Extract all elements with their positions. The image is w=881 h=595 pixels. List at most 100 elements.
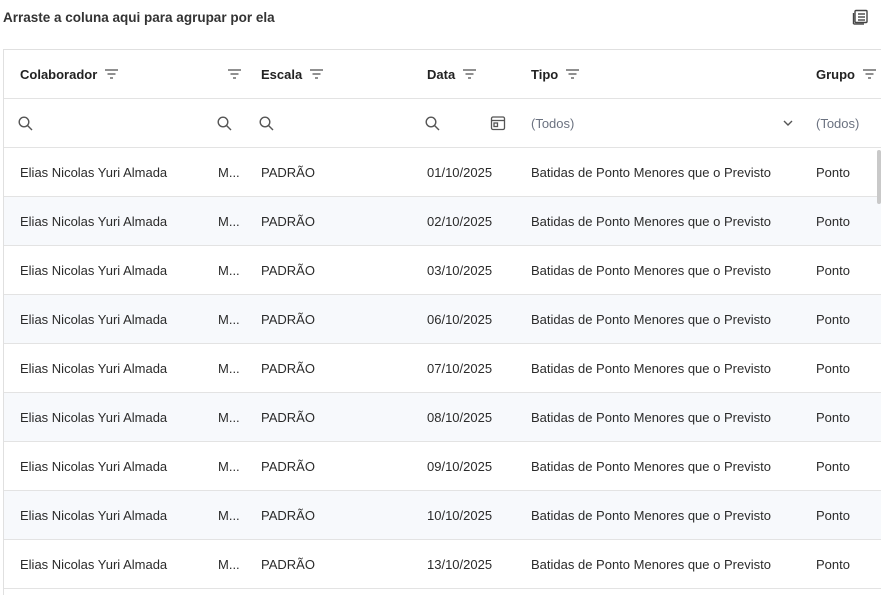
cell-tipo: Batidas de Ponto Menores que o Previsto (531, 311, 771, 327)
filter-row: (Todos) (Todos) (4, 99, 881, 148)
header-m-filter[interactable] (228, 50, 241, 98)
filter-data-input[interactable] (425, 99, 440, 147)
header-grupo[interactable]: Grupo (816, 50, 876, 98)
table-row[interactable]: Elias Nicolas Yuri Almada M... PADRÃO 10/10… (4, 491, 881, 540)
cell-data: 02/10/2025 (427, 213, 493, 229)
header-grupo-label: Grupo (816, 66, 855, 82)
cell-grupo: Ponto (816, 311, 850, 327)
cell-m: M... (218, 409, 240, 425)
cell-m: M... (218, 360, 240, 376)
cell-escala: PADRÃO (261, 507, 315, 523)
filter-icon[interactable] (863, 69, 876, 79)
cell-tipo: Batidas de Ponto Menores que o Previsto (531, 262, 771, 278)
cell-grupo: Ponto (816, 360, 850, 376)
cell-tipo: Batidas de Ponto Menores que o Previsto (531, 409, 771, 425)
filter-grupo-select[interactable]: (Todos) (816, 99, 859, 147)
cell-grupo: Ponto (816, 262, 850, 278)
data-grid: Colaborador Escala Data Tipo Grupo (Todo… (3, 49, 881, 595)
chevron-down-icon (783, 120, 793, 126)
table-row[interactable]: Elias Nicolas Yuri Almada M... PADRÃO 02/10… (4, 197, 881, 246)
header-colaborador-label: Colaborador (20, 66, 98, 82)
cell-colaborador: Elias Nicolas Yuri Almada (20, 311, 168, 327)
cell-data: 09/10/2025 (427, 458, 493, 474)
filter-icon[interactable] (105, 69, 119, 79)
header-data-label: Data (427, 66, 456, 82)
filter-m-input[interactable] (217, 99, 232, 147)
cell-m: M... (218, 507, 240, 523)
cell-escala: PADRÃO (261, 311, 315, 327)
filter-icon[interactable] (310, 69, 324, 79)
filter-grupo-value: (Todos) (816, 115, 860, 131)
cell-colaborador: Elias Nicolas Yuri Almada (20, 409, 168, 425)
cell-colaborador: Elias Nicolas Yuri Almada (20, 556, 168, 572)
cell-m: M... (218, 556, 240, 572)
cell-escala: PADRÃO (261, 556, 315, 572)
cell-colaborador: Elias Nicolas Yuri Almada (20, 164, 168, 180)
cell-grupo: Ponto (816, 164, 850, 180)
cell-tipo: Batidas de Ponto Menores que o Previsto (531, 164, 771, 180)
filter-icon[interactable] (228, 69, 241, 79)
cell-escala: PADRÃO (261, 164, 315, 180)
cell-m: M... (218, 262, 240, 278)
cell-tipo: Batidas de Ponto Menores que o Previsto (531, 213, 771, 229)
table-row[interactable]: Elias Nicolas Yuri Almada M... PADRÃO 08/10… (4, 393, 881, 442)
header-tipo-label: Tipo (531, 66, 559, 82)
table-row[interactable]: Elias Nicolas Yuri Almada M... PADRÃO 01/10… (4, 148, 881, 197)
cell-tipo: Batidas de Ponto Menores que o Previsto (531, 556, 771, 572)
cell-tipo: Batidas de Ponto Menores que o Previsto (531, 507, 771, 523)
filter-colaborador-input[interactable] (18, 99, 33, 147)
header-data[interactable]: Data (427, 50, 477, 98)
cell-grupo: Ponto (816, 213, 850, 229)
cell-grupo: Ponto (816, 556, 850, 572)
cell-data: 07/10/2025 (427, 360, 493, 376)
search-icon (259, 115, 274, 130)
search-icon (217, 115, 232, 130)
cell-colaborador: Elias Nicolas Yuri Almada (20, 458, 168, 474)
cell-colaborador: Elias Nicolas Yuri Almada (20, 262, 168, 278)
vertical-scrollbar[interactable] (877, 150, 881, 204)
table-row[interactable]: Elias Nicolas Yuri Almada M... PADRÃO 03/10… (4, 246, 881, 295)
cell-data: 10/10/2025 (427, 507, 493, 523)
cell-escala: PADRÃO (261, 262, 315, 278)
cell-colaborador: Elias Nicolas Yuri Almada (20, 213, 168, 229)
table-row[interactable]: Elias Nicolas Yuri Almada M... PADRÃO 09/10… (4, 442, 881, 491)
table-row[interactable]: Elias Nicolas Yuri Almada M... PADRÃO 13/10… (4, 540, 881, 589)
column-chooser-icon[interactable] (852, 8, 870, 26)
header-tipo[interactable]: Tipo (531, 50, 580, 98)
cell-data: 08/10/2025 (427, 409, 493, 425)
cell-m: M... (218, 213, 240, 229)
cell-m: M... (218, 164, 240, 180)
group-panel[interactable]: Arraste a coluna aqui para agrupar por e… (0, 0, 881, 40)
cell-escala: PADRÃO (261, 458, 315, 474)
table-row[interactable]: Elias Nicolas Yuri Almada M... PADRÃO 06/10… (4, 295, 881, 344)
search-icon (425, 115, 440, 130)
filter-icon[interactable] (566, 69, 580, 79)
header-row: Colaborador Escala Data Tipo Grupo (4, 50, 881, 99)
cell-grupo: Ponto (816, 458, 850, 474)
cell-grupo: Ponto (816, 507, 850, 523)
header-escala-label: Escala (261, 66, 303, 82)
cell-escala: PADRÃO (261, 409, 315, 425)
cell-grupo: Ponto (816, 409, 850, 425)
filter-tipo-value: (Todos) (531, 115, 575, 131)
cell-data: 06/10/2025 (427, 311, 493, 327)
cell-data: 13/10/2025 (427, 556, 493, 572)
cell-tipo: Batidas de Ponto Menores que o Previsto (531, 360, 771, 376)
cell-colaborador: Elias Nicolas Yuri Almada (20, 507, 168, 523)
cell-m: M... (218, 458, 240, 474)
cell-data: 01/10/2025 (427, 164, 493, 180)
filter-icon[interactable] (463, 69, 477, 79)
calendar-icon[interactable] (490, 99, 506, 147)
header-colaborador[interactable]: Colaborador (20, 50, 119, 98)
header-escala[interactable]: Escala (261, 50, 324, 98)
cell-m: M... (218, 311, 240, 327)
filter-escala-input[interactable] (259, 99, 274, 147)
cell-escala: PADRÃO (261, 213, 315, 229)
cell-escala: PADRÃO (261, 360, 315, 376)
table-row[interactable]: Elias Nicolas Yuri Almada M... PADRÃO 07/10… (4, 344, 881, 393)
cell-data: 03/10/2025 (427, 262, 493, 278)
filter-tipo-select[interactable]: (Todos) (531, 99, 793, 147)
group-panel-text: Arraste a coluna aqui para agrupar por e… (3, 10, 275, 25)
search-icon (18, 115, 33, 130)
cell-tipo: Batidas de Ponto Menores que o Previsto (531, 458, 771, 474)
